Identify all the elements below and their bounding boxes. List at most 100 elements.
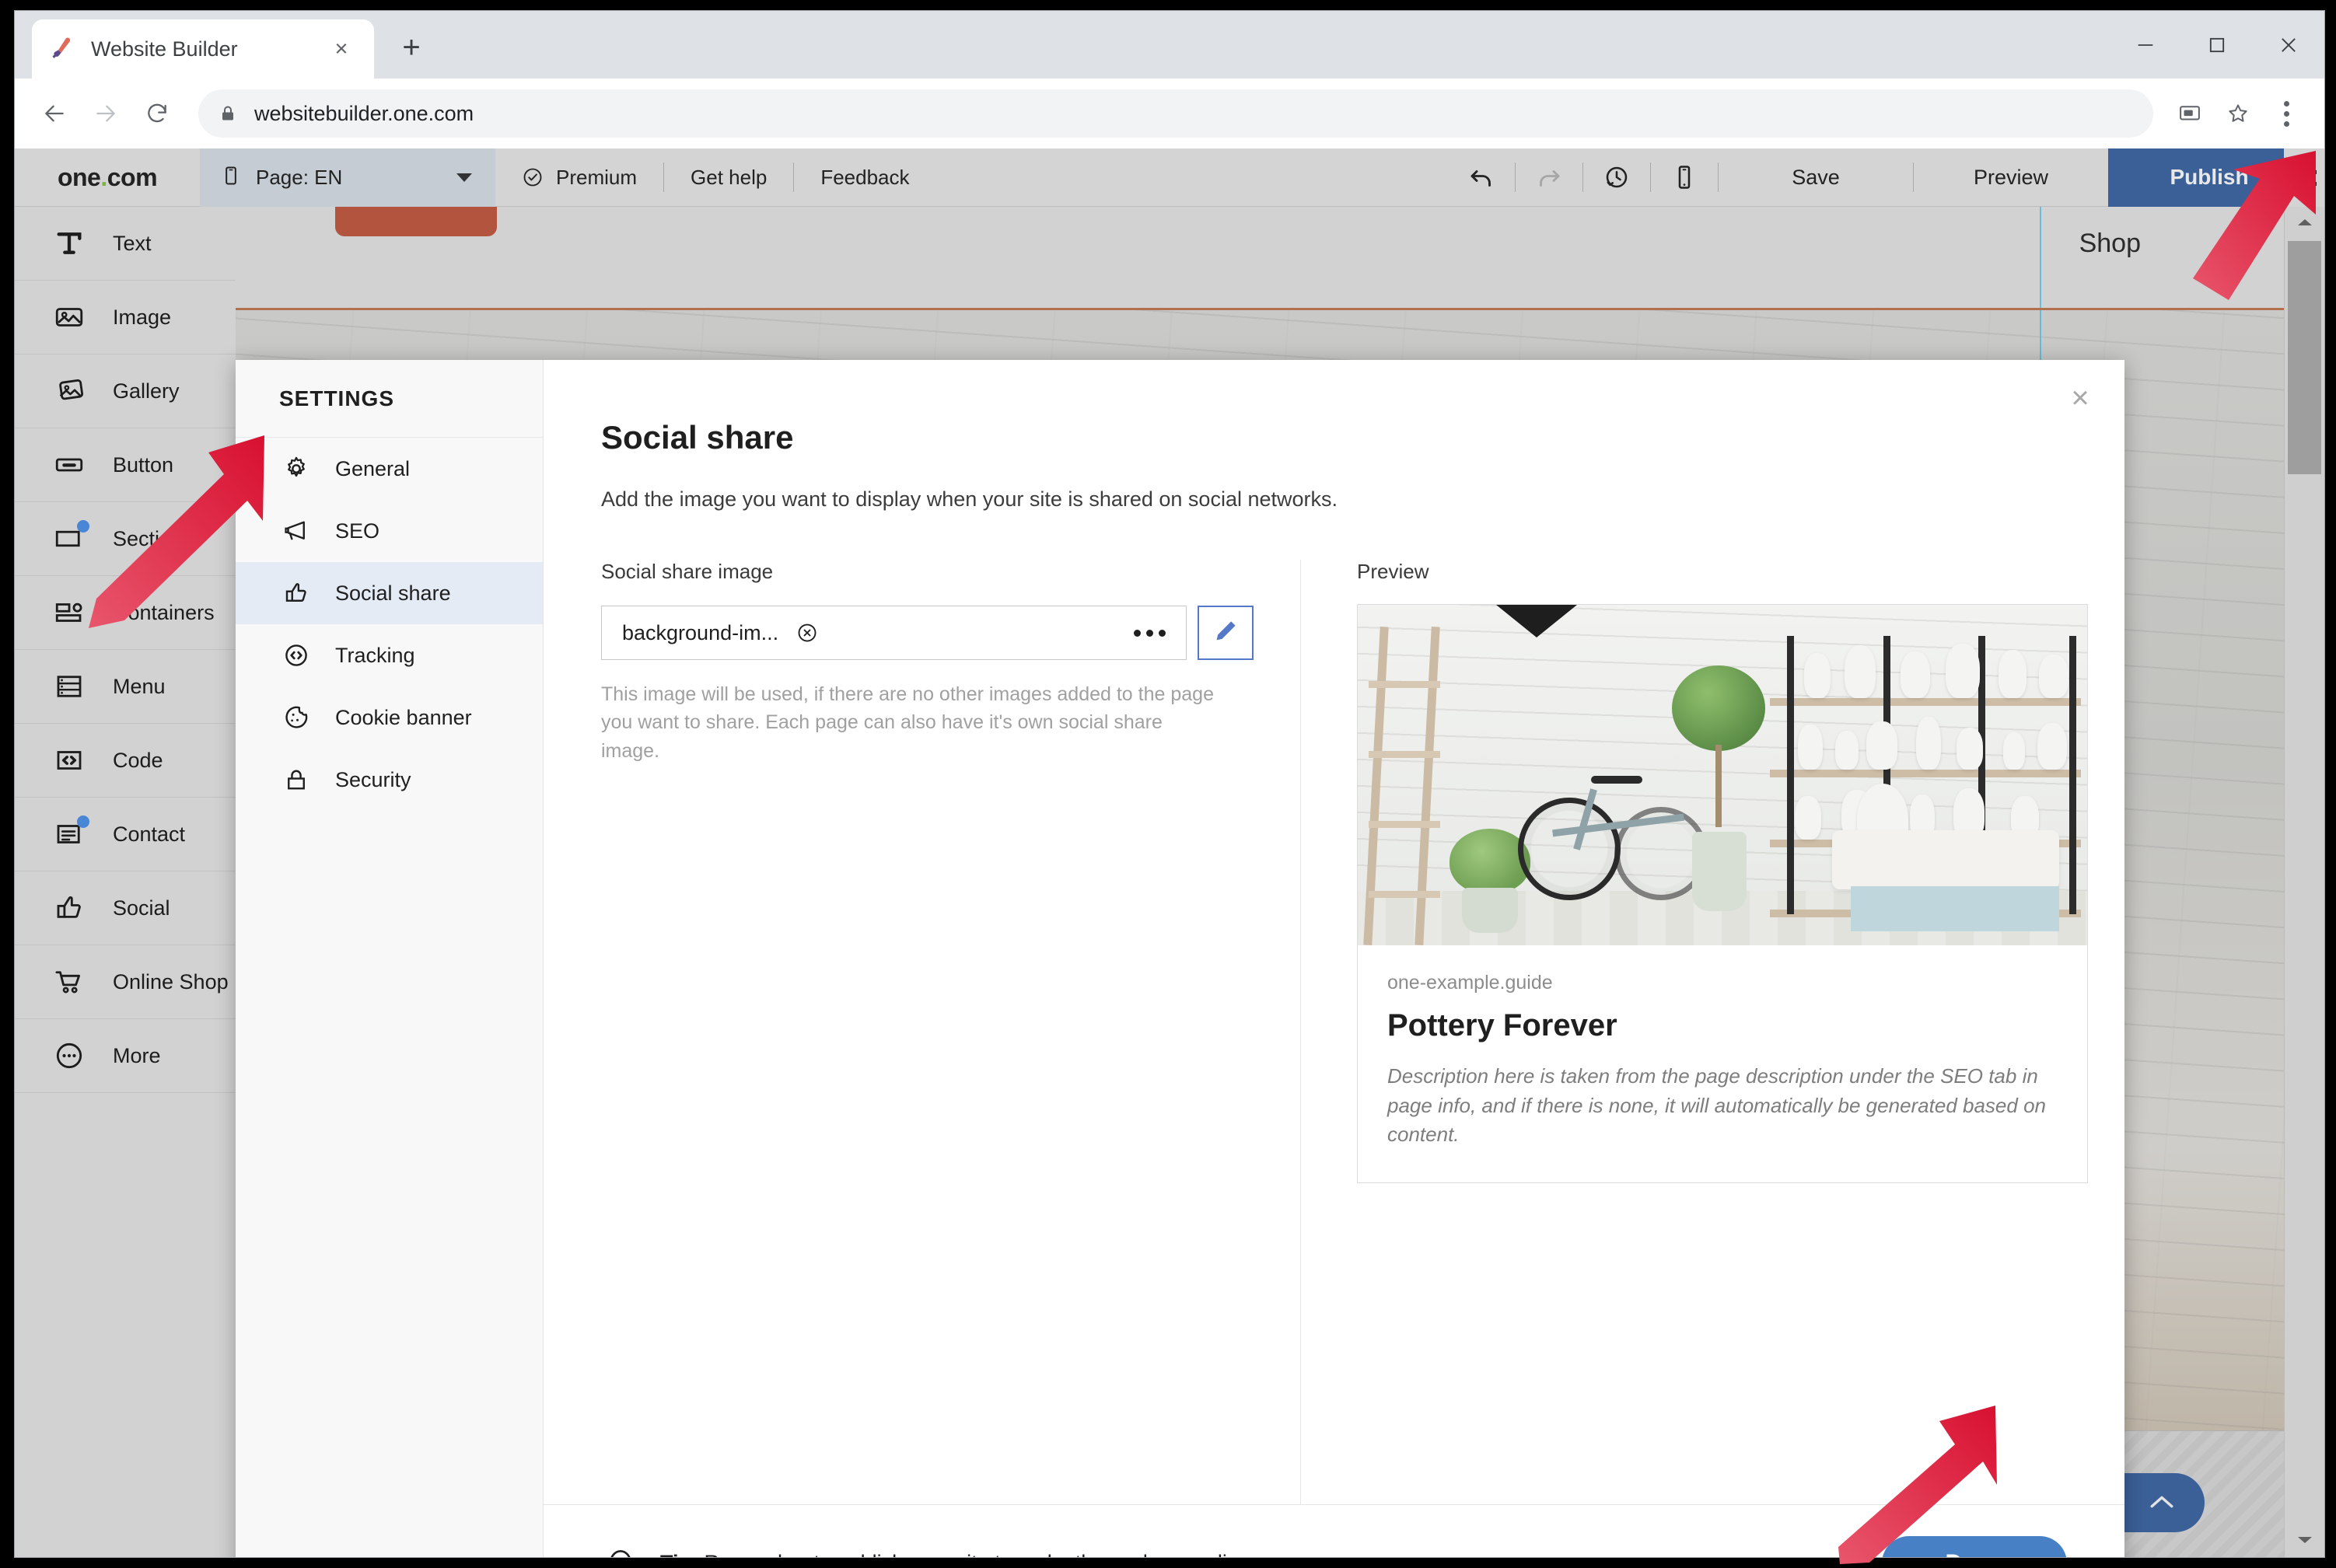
premium-label: Premium bbox=[556, 165, 638, 189]
redo-icon[interactable] bbox=[1516, 148, 1582, 207]
preview-cloth bbox=[1851, 886, 2059, 931]
brand-pre: one bbox=[57, 162, 101, 191]
image-icon bbox=[47, 295, 91, 339]
lock-icon bbox=[219, 104, 237, 123]
reload-icon[interactable] bbox=[131, 88, 183, 139]
scrollbar-thumb[interactable] bbox=[2288, 241, 2321, 474]
preview-bicycle-handlebar bbox=[1591, 776, 1642, 784]
app-menu-icon[interactable] bbox=[2284, 148, 2324, 207]
undo-icon[interactable] bbox=[1448, 148, 1515, 207]
sidebar-item-menu[interactable]: Menu bbox=[15, 650, 236, 724]
preview-shelf bbox=[1770, 770, 2081, 777]
bookmark-star-icon[interactable] bbox=[2214, 89, 2262, 138]
preview-label: Preview bbox=[1357, 560, 1429, 583]
sidebar-label: Button bbox=[113, 452, 174, 477]
preview-vase bbox=[1866, 721, 1897, 770]
scroll-down-arrow-icon[interactable] bbox=[2285, 1524, 2324, 1556]
forward-icon[interactable] bbox=[80, 88, 131, 139]
window-close-icon[interactable] bbox=[2253, 11, 2324, 79]
preview-tree-trunk bbox=[1715, 745, 1722, 827]
maximize-icon[interactable] bbox=[2181, 11, 2253, 79]
window-controls bbox=[2110, 11, 2324, 79]
premium-link[interactable]: Premium bbox=[495, 148, 663, 207]
feedback-link[interactable]: Feedback bbox=[794, 148, 935, 207]
sidebar-item-more[interactable]: More bbox=[15, 1019, 236, 1093]
settings-nav-cookie-banner[interactable]: Cookie banner bbox=[236, 686, 543, 749]
sidebar-item-button[interactable]: Button bbox=[15, 428, 236, 502]
check-circle-icon bbox=[522, 166, 544, 188]
done-button[interactable]: Done bbox=[1882, 1535, 2067, 1557]
settings-nav-general[interactable]: General bbox=[236, 438, 543, 500]
settings-nav-social-share[interactable]: Social share bbox=[236, 562, 543, 624]
sidebar-label: Image bbox=[113, 305, 172, 329]
minimize-icon[interactable] bbox=[2110, 11, 2181, 79]
browser-omnibox-bar: websitebuilder.one.com bbox=[15, 79, 2324, 148]
settings-nav-label: General bbox=[335, 456, 411, 480]
gear-icon bbox=[279, 452, 313, 486]
settings-dialog-footer: Tip: Remember to publish your site to ma… bbox=[544, 1504, 2124, 1557]
sidebar-item-containers[interactable]: Containers bbox=[15, 576, 236, 650]
preview-tree-foliage bbox=[1672, 665, 1765, 751]
ladder-rung bbox=[1369, 681, 1440, 688]
publish-button[interactable]: Publish bbox=[2108, 148, 2310, 207]
code-icon bbox=[47, 739, 91, 782]
hamburger-line bbox=[2292, 169, 2317, 174]
preview-domain: one-example.guide bbox=[1387, 972, 1553, 994]
social-share-image-label: Social share image bbox=[601, 560, 774, 583]
page-selector-label: Page: EN bbox=[256, 165, 343, 189]
thumbs-up-icon bbox=[47, 886, 91, 930]
back-icon[interactable] bbox=[29, 88, 80, 139]
ladder-rung bbox=[1369, 821, 1440, 828]
sidebar-label: Contact bbox=[113, 822, 186, 846]
settings-nav-panel: SETTINGS General SEO Social share Tracki… bbox=[236, 360, 544, 1557]
browser-tab[interactable]: Website Builder × bbox=[32, 19, 374, 79]
canvas-scrollbar[interactable] bbox=[2284, 207, 2324, 1557]
sidebar-item-social[interactable]: Social bbox=[15, 871, 236, 945]
scroll-up-arrow-icon[interactable] bbox=[2285, 207, 2324, 238]
sidebar-item-gallery[interactable]: Gallery bbox=[15, 354, 236, 428]
settings-nav-seo[interactable]: SEO bbox=[236, 500, 543, 562]
sidebar-item-contact[interactable]: Contact bbox=[15, 798, 236, 871]
sidebar-item-text[interactable]: Text bbox=[15, 207, 236, 281]
preview-vase bbox=[1999, 650, 2027, 698]
site-nav-shop[interactable]: Shop bbox=[2079, 229, 2141, 259]
close-icon[interactable]: × bbox=[2058, 375, 2103, 421]
one-com-logo[interactable]: one.com bbox=[15, 163, 200, 192]
brand-dot: . bbox=[100, 162, 107, 191]
clear-circle-icon[interactable] bbox=[794, 620, 820, 646]
tip-prefix: Tip: bbox=[660, 1551, 698, 1557]
edit-image-button[interactable] bbox=[1198, 606, 1254, 660]
close-icon[interactable]: × bbox=[326, 33, 357, 65]
sidebar-item-code[interactable]: Code bbox=[15, 724, 236, 798]
ladder-rung bbox=[1369, 751, 1440, 758]
social-share-preview-card: one-example.guide Pottery Forever Descri… bbox=[1357, 604, 2088, 1184]
sidebar-label: More bbox=[113, 1043, 161, 1067]
section-handle-tab[interactable] bbox=[335, 207, 497, 236]
sidebar-item-online-shop[interactable]: Online Shop bbox=[15, 945, 236, 1019]
social-share-image-input[interactable]: background-im... bbox=[601, 606, 1187, 660]
more-dots-icon[interactable] bbox=[1134, 629, 1166, 637]
mobile-preview-icon[interactable] bbox=[1651, 148, 1718, 207]
settings-nav-security[interactable]: Security bbox=[236, 749, 543, 811]
revision-history-icon[interactable] bbox=[1583, 148, 1650, 207]
brand-post: com bbox=[107, 162, 158, 191]
settings-nav-tracking[interactable]: Tracking bbox=[236, 624, 543, 686]
address-bar[interactable]: websitebuilder.one.com bbox=[198, 89, 2153, 138]
sidebar-item-sections[interactable]: Sections bbox=[15, 502, 236, 576]
sidebar-label: Online Shop bbox=[113, 969, 229, 994]
site-header: Shop bbox=[236, 207, 2284, 308]
browser-tab-strip: Website Builder × + bbox=[15, 11, 2324, 79]
preview-vase bbox=[1798, 725, 1823, 770]
page-selector[interactable]: Page: EN bbox=[200, 148, 495, 207]
preview-vase bbox=[1946, 644, 1980, 698]
preview-button[interactable]: Preview bbox=[1914, 148, 2108, 207]
new-tab-button[interactable]: + bbox=[391, 27, 432, 68]
notification-badge bbox=[77, 815, 89, 828]
preview-vase bbox=[1804, 653, 1831, 698]
browser-menu-icon[interactable] bbox=[2262, 89, 2310, 138]
save-button[interactable]: Save bbox=[1719, 148, 1913, 207]
sidebar-item-image[interactable]: Image bbox=[15, 281, 236, 354]
get-help-link[interactable]: Get help bbox=[664, 148, 793, 207]
page-icon bbox=[220, 165, 242, 190]
cast-icon[interactable] bbox=[2166, 89, 2214, 138]
